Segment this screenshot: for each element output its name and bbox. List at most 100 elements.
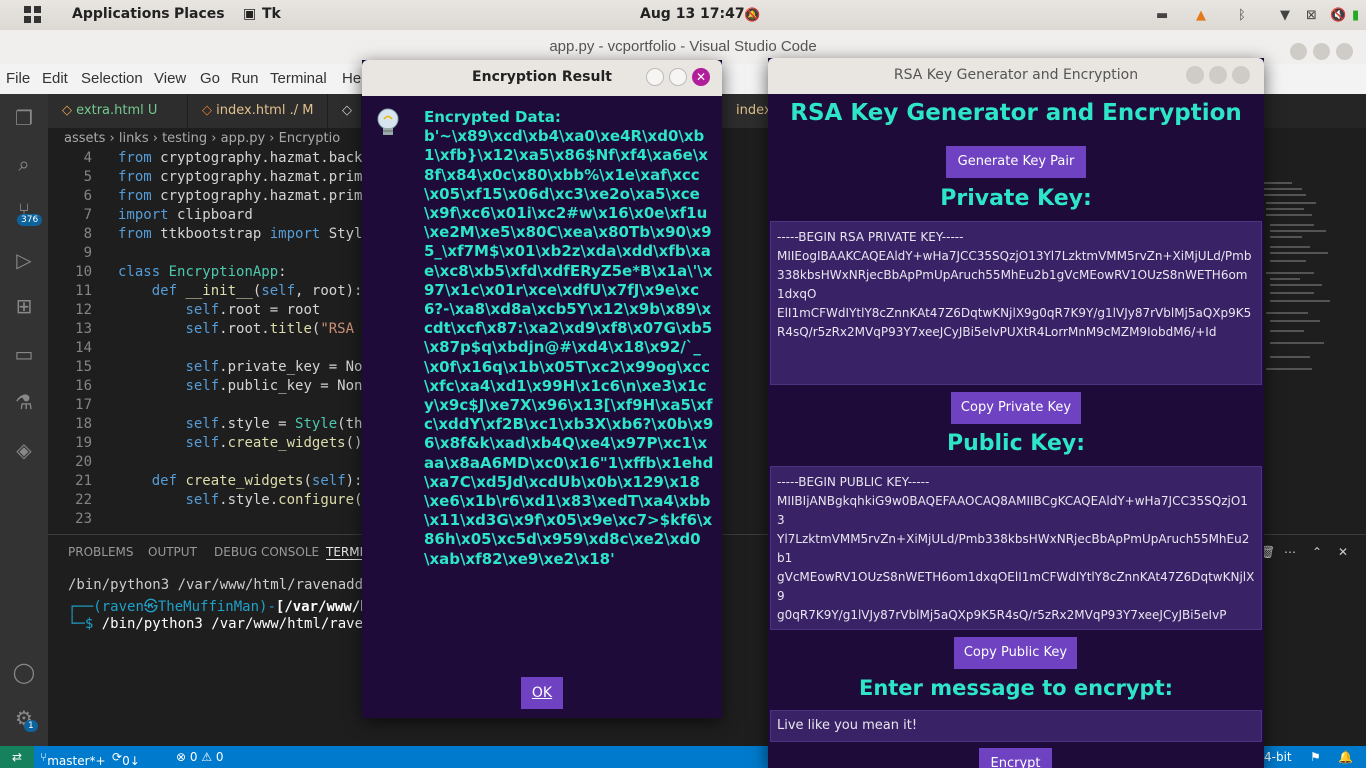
more-icon[interactable]: ⋯ [1284,545,1296,559]
code-line[interactable]: 9 [48,245,118,264]
menu-selection[interactable]: Selection [81,70,143,87]
bluetooth-icon[interactable]: ᛒ [1238,8,1246,23]
code-line[interactable]: 20 [48,454,118,473]
code-line[interactable]: 17 [48,397,118,416]
rsa-maximize-button[interactable] [1209,66,1227,84]
code-line[interactable]: 12 self.root = root [48,302,320,321]
code-line[interactable]: 11 def __init__(self, root): [48,283,362,302]
tab-problems[interactable]: PROBLEMS [68,545,134,559]
code-line[interactable]: 4 from cryptography.hazmat.back [48,150,363,169]
drive-icon[interactable]: ▬ [1156,8,1168,23]
code-line[interactable]: 13 self.root.title("RSA [48,321,354,340]
rsa-close-button[interactable] [1232,66,1250,84]
encrypted-data-label: Encrypted Data: [424,108,561,126]
code-text: self.create_widgets() [185,435,363,451]
chevron-up-icon[interactable]: ⌃ [1312,545,1322,559]
menu-view[interactable]: View [154,70,186,87]
feedback-icon[interactable]: ⚑ [1310,750,1321,764]
minimize-button[interactable] [1290,43,1307,60]
dialog-titlebar: Encryption Result ✕ [362,60,722,96]
dialog-minimize-button[interactable] [646,68,664,86]
menu-go[interactable]: Go [200,70,220,87]
ok-button[interactable]: OK [521,677,563,709]
code-line[interactable]: 5 from cryptography.hazmat.prim [48,169,363,188]
app-grid-icon[interactable] [24,6,42,24]
activity-bar: ❐ ⌕ ⑂ 376 ▷ ⊞ ▭ ⚗ ◈ ◯ ⚙ 1 [0,94,48,746]
code-line[interactable]: 23 [48,511,118,530]
explorer-icon[interactable]: ❐ [12,106,36,130]
private-key-text[interactable]: -----BEGIN RSA PRIVATE KEY----- MIIEogIB… [770,221,1262,385]
code-text: self.root.title("RSA [185,321,355,337]
tab-output[interactable]: OUTPUT [148,545,197,559]
tab-index-html[interactable]: ◇ index.html ./ M [188,94,328,128]
search-icon[interactable]: ⌕ [12,152,36,176]
menu-terminal[interactable]: Terminal [270,70,327,87]
tk-app-menu[interactable]: Tk [262,6,281,22]
sync-status[interactable]: ⟳ 0↓ 1↑ [112,750,140,768]
encrypted-data-value: b'~\x89\xcd\xb4\xa0\xe4R\xd0\xb1\xfb}\x1… [424,127,714,568]
code-line[interactable]: 16 self.public_key = Non [48,378,362,397]
code-line[interactable]: 8 from ttkbootstrap import Styl [48,226,363,245]
code-text: self.style.configure( [185,492,363,508]
code-text: self.root = root [185,302,321,318]
close-button[interactable] [1336,43,1353,60]
applications-menu[interactable]: Applications [72,6,170,22]
code-line[interactable]: 18 self.style = Style(th [48,416,362,435]
account-icon[interactable]: ◯ [12,660,36,684]
code-text: self.style = Style(th [185,416,363,432]
code-line[interactable]: 15 self.private_key = No [48,359,362,378]
notifications-icon[interactable]: 🔔 [1338,750,1353,764]
menu-file[interactable]: File [6,70,30,87]
code-line[interactable]: 22 self.style.configure( [48,492,362,511]
copy-public-key-button[interactable]: Copy Public Key [954,637,1077,669]
code-line[interactable]: 7 import clipboard [48,207,253,226]
tab-terminal[interactable]: TERMI [326,545,364,560]
tab-extra-html[interactable]: ◇ extra.html U [48,94,188,128]
code-text: from cryptography.hazmat.back [118,150,363,166]
public-key-text[interactable]: -----BEGIN PUBLIC KEY----- MIIBIjANBgkqh… [770,466,1262,630]
notifications-off-icon[interactable]: 🔕 [744,8,760,23]
branch-status[interactable]: ⑂ master*+ [40,750,106,768]
code-line[interactable]: 10 class EncryptionApp: [48,264,286,283]
places-menu[interactable]: Places [174,6,225,22]
encrypt-button[interactable]: Encrypt [979,748,1052,768]
extensions-icon[interactable]: ⊞ [12,294,36,318]
menu-edit[interactable]: Edit [42,70,68,87]
code-line[interactable]: 21 def create_widgets(self): [48,473,362,492]
terminal-line-2: ┌──(raven㉿TheMuffinMan)-[/var/www/ht [68,599,378,615]
menu-run[interactable]: Run [231,70,259,87]
tab-other[interactable]: ◇ [328,94,362,128]
code-line[interactable]: 14 [48,340,118,359]
code-line[interactable]: 19 self.create_widgets() [48,435,362,454]
volume-muted-icon[interactable]: 🔇 [1330,8,1346,23]
remote-icon[interactable]: ⇄ [0,746,34,768]
rsa-heading: RSA Key Generator and Encryption [790,100,1242,126]
minimap[interactable] [1262,180,1332,380]
wifi-icon[interactable]: ▼ [1280,8,1290,23]
menu-help[interactable]: He [342,70,361,87]
generate-key-pair-button[interactable]: Generate Key Pair [946,146,1086,178]
network-icon[interactable]: ⊠ [1306,8,1317,23]
dialog-maximize-button[interactable] [669,68,687,86]
tab-debug-console[interactable]: DEBUG CONSOLE [214,545,319,559]
close-panel-icon[interactable]: ✕ [1338,545,1348,559]
vlc-icon[interactable]: ▲ [1196,8,1206,23]
remote-explorer-icon[interactable]: ▭ [12,342,36,366]
dialog-close-button[interactable]: ✕ [692,68,710,86]
rsa-window-title: RSA Key Generator and Encryption [893,67,1139,83]
copy-private-key-button[interactable]: Copy Private Key [951,392,1081,424]
problems-status[interactable]: ⊗ 0 ⚠ 0 [176,750,224,764]
battery-icon[interactable]: ▮ [1352,8,1359,23]
rsa-minimize-button[interactable] [1186,66,1204,84]
code-line[interactable]: 6 from cryptography.hazmat.prim [48,188,363,207]
line-number: 22 [75,492,92,508]
encoding-status[interactable]: 4-bit [1264,750,1292,764]
clock[interactable]: Aug 13 17:47 [640,6,745,22]
terminal-line-3: └─$ /bin/python3 /var/www/html/ravena [68,616,380,632]
terminal-output[interactable]: /bin/python3 /var/www/html/ravenaddam ┌─… [68,577,380,632]
testing-icon[interactable]: ⚗ [12,390,36,414]
run-debug-icon[interactable]: ▷ [12,248,36,272]
message-input[interactable]: Live like you mean it! [770,710,1262,742]
docker-icon[interactable]: ◈ [12,438,36,462]
maximize-button[interactable] [1313,43,1330,60]
